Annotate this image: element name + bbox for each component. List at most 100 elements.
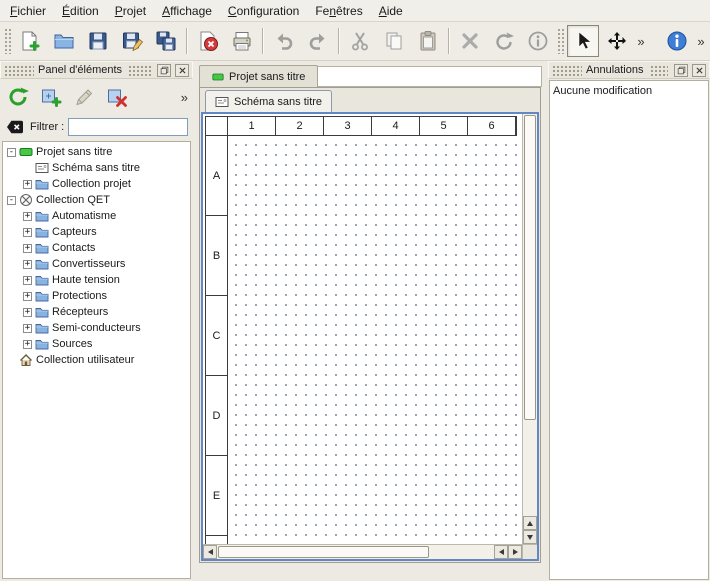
- help-toolbar-overflow-button[interactable]: »: [694, 26, 708, 56]
- expand-icon[interactable]: +: [23, 340, 32, 349]
- undo-list-item[interactable]: Aucune modification: [553, 83, 705, 98]
- collapse-icon[interactable]: -: [7, 196, 16, 205]
- menu-fenetres[interactable]: Fenêtres: [307, 0, 370, 21]
- new-project-button[interactable]: [14, 25, 46, 57]
- dock-grip[interactable]: [4, 65, 34, 76]
- scroll-right-button[interactable]: [508, 545, 522, 559]
- tree-item-label: Semi-conducteurs: [52, 322, 141, 334]
- tab-projet-sans-titre[interactable]: Projet sans titre: [199, 65, 318, 87]
- schematic-viewport: 1 2 3 4 5 6 A B C D E: [203, 114, 522, 544]
- toolbar-overflow-button[interactable]: »: [634, 26, 648, 56]
- tree-item-capteurs[interactable]: +Capteurs: [3, 224, 190, 240]
- menu-fichier[interactable]: Fichier: [2, 0, 54, 21]
- expand-icon[interactable]: +: [23, 260, 32, 269]
- print-button[interactable]: [226, 25, 258, 57]
- folder-icon: [35, 305, 49, 319]
- menu-projet[interactable]: Projet: [107, 0, 154, 21]
- float-panel-button[interactable]: [674, 64, 688, 77]
- expand-icon[interactable]: +: [23, 244, 32, 253]
- expand-icon[interactable]: +: [23, 276, 32, 285]
- qet-collection-icon: [19, 193, 33, 207]
- menu-label: Projet: [115, 4, 146, 18]
- refresh-icon: [7, 86, 29, 108]
- reload-collections-button[interactable]: [3, 82, 33, 112]
- rotate-selection-button: [488, 25, 520, 57]
- elements-panel-titlebar[interactable]: Panel d'éléments: [0, 61, 193, 79]
- horizontal-scrollbar-thumb[interactable]: [218, 546, 429, 558]
- menu-edition[interactable]: Édition: [54, 0, 107, 21]
- scroll-left-button[interactable]: [494, 545, 508, 559]
- expand-icon[interactable]: +: [23, 292, 32, 301]
- scroll-down-button[interactable]: [523, 530, 537, 544]
- elements-tree[interactable]: -Projet sans titre Schéma sans titre +Co…: [2, 141, 191, 579]
- undo-panel: Annulations Aucune modification: [548, 61, 710, 581]
- project-icon: [212, 71, 224, 83]
- undo-panel-titlebar[interactable]: Annulations: [548, 61, 710, 79]
- float-panel-button[interactable]: [157, 64, 171, 77]
- schema-icon: [215, 95, 229, 109]
- undo-history-list[interactable]: Aucune modification: [549, 80, 709, 580]
- scroll-up-button[interactable]: [523, 516, 537, 530]
- toolbar-handle[interactable]: [4, 28, 11, 54]
- tree-item-automatisme[interactable]: +Automatisme: [3, 208, 190, 224]
- row-label: B: [206, 216, 227, 296]
- horizontal-scrollbar[interactable]: [203, 544, 522, 559]
- save-button[interactable]: [82, 25, 114, 57]
- panel-toolbar-overflow-button[interactable]: »: [179, 90, 190, 105]
- menu-configuration[interactable]: Configuration: [220, 0, 307, 21]
- vertical-scrollbar-track[interactable]: [523, 421, 537, 516]
- about-qet-button[interactable]: [661, 25, 693, 57]
- tree-item-label: Schéma sans titre: [52, 162, 140, 174]
- tree-item-collection-utilisateur[interactable]: Collection utilisateur: [3, 352, 190, 368]
- scheme-tab-label: Schéma sans titre: [234, 96, 322, 108]
- dock-grip[interactable]: [128, 65, 151, 76]
- folder-icon: [35, 241, 49, 255]
- dock-grip[interactable]: [650, 65, 669, 76]
- menu-label: Édition: [62, 4, 99, 18]
- save-all-button[interactable]: [150, 25, 182, 57]
- tree-item-collection-qet[interactable]: -Collection QET: [3, 192, 190, 208]
- tree-item-sources[interactable]: + Sources: [3, 336, 190, 352]
- vertical-scrollbar-thumb[interactable]: [524, 115, 536, 420]
- horizontal-scrollbar-track[interactable]: [430, 545, 494, 559]
- selection-mode-button[interactable]: [567, 25, 599, 57]
- scroll-left-button[interactable]: [203, 545, 217, 559]
- tree-item-schema-sans-titre[interactable]: Schéma sans titre: [3, 160, 190, 176]
- tree-item-protections[interactable]: +Protections: [3, 288, 190, 304]
- dock-grip[interactable]: [552, 65, 582, 76]
- delete-element-button[interactable]: [102, 82, 132, 112]
- tabbar-empty-area: [318, 66, 542, 87]
- expand-icon[interactable]: +: [23, 324, 32, 333]
- collapse-icon[interactable]: -: [7, 148, 16, 157]
- open-project-button[interactable]: [48, 25, 80, 57]
- tree-item-recepteurs[interactable]: +Récepteurs: [3, 304, 190, 320]
- tree-item-haute-tension[interactable]: +Haute tension: [3, 272, 190, 288]
- expand-icon[interactable]: +: [23, 212, 32, 221]
- tree-item-contacts[interactable]: + Contacts: [3, 240, 190, 256]
- tab-schema-sans-titre[interactable]: Schéma sans titre: [205, 90, 332, 112]
- clear-filter-button[interactable]: [4, 118, 26, 136]
- tree-item-label: Contacts: [52, 242, 95, 254]
- tree-item-projet-sans-titre[interactable]: -Projet sans titre: [3, 144, 190, 160]
- close-project-button[interactable]: [192, 25, 224, 57]
- filter-input[interactable]: [68, 118, 188, 136]
- vertical-scrollbar[interactable]: [522, 114, 537, 544]
- close-panel-button[interactable]: [175, 64, 189, 77]
- save-as-button[interactable]: [116, 25, 148, 57]
- pan-mode-button[interactable]: [601, 25, 633, 57]
- schematic-canvas[interactable]: [228, 137, 522, 544]
- tree-item-convertisseurs[interactable]: +Convertisseurs: [3, 256, 190, 272]
- menu-aide[interactable]: Aide: [371, 0, 411, 21]
- new-element-button[interactable]: [36, 82, 66, 112]
- info-circle-icon: [527, 30, 549, 52]
- toolbar-handle[interactable]: [557, 28, 564, 54]
- toolbar-separator: [448, 28, 450, 54]
- tree-item-semi-conducteurs[interactable]: + Semi-conducteurs: [3, 320, 190, 336]
- expand-icon[interactable]: +: [23, 180, 32, 189]
- expand-icon[interactable]: +: [23, 228, 32, 237]
- expand-icon[interactable]: +: [23, 308, 32, 317]
- tree-item-collection-projet[interactable]: +Collection projet: [3, 176, 190, 192]
- menu-affichage[interactable]: Affichage: [154, 0, 220, 21]
- close-panel-button[interactable]: [692, 64, 706, 77]
- tree-item-label: Sources: [52, 338, 92, 350]
